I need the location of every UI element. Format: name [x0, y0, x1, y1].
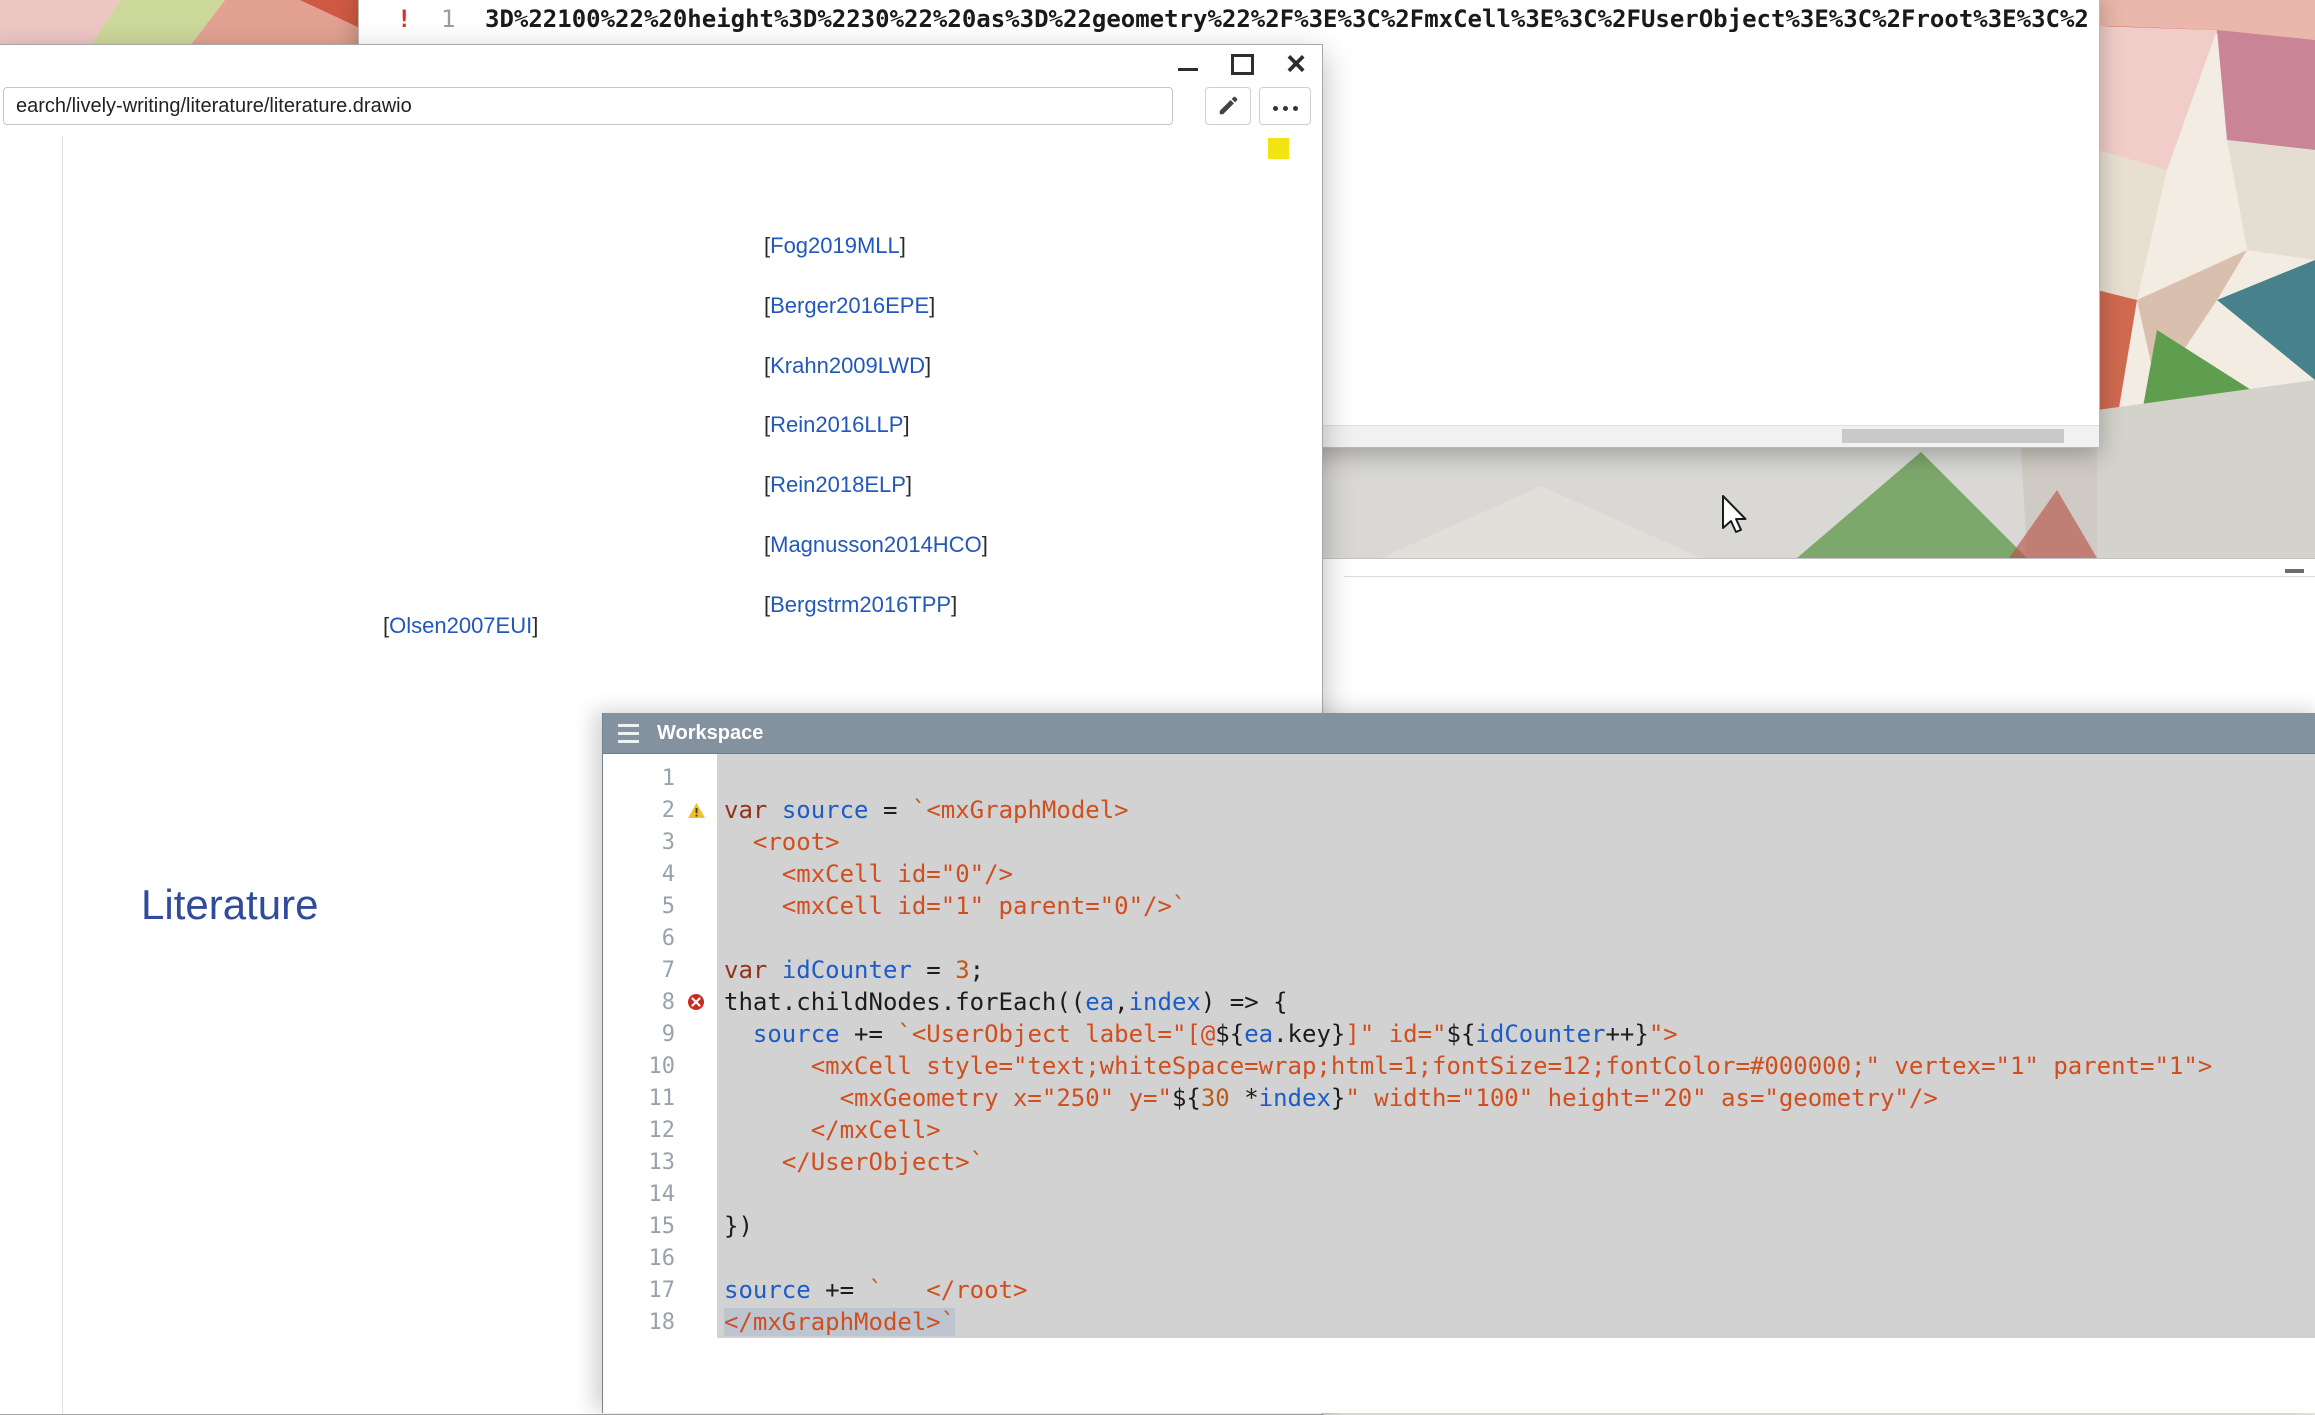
- gutter-row: 7: [603, 954, 717, 986]
- more-button[interactable]: [1259, 87, 1311, 125]
- citation-link[interactable]: [Rein2018ELP]: [764, 470, 912, 500]
- gutter-row: 15: [603, 1210, 717, 1242]
- code-area[interactable]: var source = `<mxGraphModel> <root> <mxC…: [717, 754, 2315, 1413]
- desktop-wallpaper-right: [2097, 0, 2315, 558]
- line-number: 2: [603, 798, 675, 823]
- code-line[interactable]: </UserObject>`: [717, 1146, 2315, 1178]
- code-line[interactable]: [717, 922, 2315, 954]
- horizontal-scrollbar-thumb[interactable]: [1842, 429, 2064, 443]
- citation-link[interactable]: [Krahn2009LWD]: [764, 351, 931, 381]
- workspace-titlebar[interactable]: Workspace: [603, 713, 2315, 754]
- gutter-row: 8: [603, 986, 717, 1018]
- code-line[interactable]: <root>: [717, 826, 2315, 858]
- code-editor[interactable]: 123456789101112131415161718 var source =…: [603, 754, 2315, 1413]
- line-number: 1: [441, 5, 455, 33]
- line-number: 15: [603, 1214, 675, 1239]
- gutter-row: 17: [603, 1274, 717, 1306]
- citation-link[interactable]: [Magnusson2014HCO]: [764, 530, 988, 560]
- gutter-row: 13: [603, 1146, 717, 1178]
- citation-link[interactable]: [Berger2016EPE]: [764, 291, 935, 321]
- line-number: 9: [603, 1022, 675, 1047]
- code-line[interactable]: [717, 1178, 2315, 1210]
- divider-dash: [2285, 569, 2304, 573]
- line-number: 10: [603, 1054, 675, 1079]
- editor-gutter: 123456789101112131415161718: [603, 754, 717, 1413]
- minimize-button[interactable]: [1176, 51, 1200, 77]
- gutter-row: 4: [603, 858, 717, 890]
- pencil-icon: [1217, 95, 1239, 117]
- line-number: 3: [603, 830, 675, 855]
- line-number: 1: [603, 766, 675, 791]
- line-number: 7: [603, 958, 675, 983]
- desktop-wallpaper-strip: [1321, 446, 2097, 558]
- line-number: 18: [603, 1310, 675, 1335]
- line-number: 5: [603, 894, 675, 919]
- error-gutter-marker: !: [397, 5, 411, 33]
- drawio-titlebar: ×: [0, 45, 1322, 82]
- code-line[interactable]: var source = `<mxGraphModel>: [717, 794, 2315, 826]
- gutter-row: 18: [603, 1306, 717, 1338]
- line-number: 8: [603, 990, 675, 1015]
- code-line[interactable]: <mxCell style="text;whiteSpace=wrap;html…: [717, 1050, 2315, 1082]
- gutter-row: 9: [603, 1018, 717, 1050]
- line-number: 16: [603, 1246, 675, 1271]
- gutter-row: 2: [603, 794, 717, 826]
- wallpaper-strip-shapes: [1321, 446, 2097, 558]
- close-icon: ×: [1286, 52, 1306, 76]
- diagram-title[interactable]: Literature: [141, 881, 318, 929]
- gutter-row: 10: [603, 1050, 717, 1082]
- code-line[interactable]: var idCounter = 3;: [717, 954, 2315, 986]
- code-line[interactable]: [717, 1242, 2315, 1274]
- canvas-edge-line: [62, 136, 63, 1414]
- encoded-xml-code-line: 3D%22100%22%20height%3D%2230%22%20as%3D%…: [485, 5, 2097, 33]
- citation-link[interactable]: [Rein2016LLP]: [764, 410, 910, 440]
- menu-icon[interactable]: [618, 721, 639, 745]
- code-line[interactable]: source += `<UserObject label="[@${ea.key…: [717, 1018, 2315, 1050]
- gutter-row: 14: [603, 1178, 717, 1210]
- code-line[interactable]: </mxGraphModel>`: [717, 1306, 2315, 1338]
- code-line[interactable]: that.childNodes.forEach((ea,index) => {: [717, 986, 2315, 1018]
- line-number: 4: [603, 862, 675, 887]
- gutter-row: 1: [603, 762, 717, 794]
- close-button[interactable]: ×: [1284, 51, 1308, 77]
- url-bar: [0, 82, 1322, 133]
- citation-link[interactable]: [Olsen2007EUI]: [383, 611, 538, 641]
- window-controls: ×: [1176, 51, 1308, 77]
- code-line[interactable]: }): [717, 1210, 2315, 1242]
- yellow-marker: [1268, 138, 1289, 159]
- desktop-wallpaper-top-left: [0, 0, 360, 46]
- citation-link[interactable]: [Bergstrm2016TPP]: [764, 590, 957, 620]
- line-number: 12: [603, 1118, 675, 1143]
- mouse-cursor: [1721, 494, 1749, 536]
- gutter-row: 6: [603, 922, 717, 954]
- gutter-row: 5: [603, 890, 717, 922]
- ellipsis-icon: [1270, 99, 1300, 114]
- divider-line: [1344, 576, 2315, 577]
- code-line[interactable]: <mxCell id="1" parent="0"/>`: [717, 890, 2315, 922]
- maximize-button[interactable]: [1230, 51, 1254, 77]
- code-line[interactable]: <mxGeometry x="250" y="${30 *index}" wid…: [717, 1082, 2315, 1114]
- warning-icon: [675, 802, 717, 819]
- gutter-row: 16: [603, 1242, 717, 1274]
- edit-button[interactable]: [1205, 87, 1251, 125]
- code-line[interactable]: [717, 762, 2315, 794]
- maximize-icon: [1231, 54, 1254, 75]
- citation-link[interactable]: [Fog2019MLL]: [764, 231, 906, 261]
- file-path-input[interactable]: [3, 87, 1173, 125]
- gutter-row: 3: [603, 826, 717, 858]
- workspace-title: Workspace: [657, 722, 763, 745]
- line-number: 17: [603, 1278, 675, 1303]
- gutter-row: 11: [603, 1082, 717, 1114]
- code-line[interactable]: source += ` </root>: [717, 1274, 2315, 1306]
- minimize-icon: [1178, 68, 1198, 71]
- line-number: 11: [603, 1086, 675, 1111]
- line-number: 6: [603, 926, 675, 951]
- error-icon: [675, 993, 717, 1011]
- line-number: 13: [603, 1150, 675, 1175]
- line-number: 14: [603, 1182, 675, 1207]
- workspace-window: Workspace 123456789101112131415161718 va…: [602, 713, 2315, 1413]
- code-line[interactable]: <mxCell id="0"/>: [717, 858, 2315, 890]
- code-line[interactable]: </mxCell>: [717, 1114, 2315, 1146]
- gutter-row: 12: [603, 1114, 717, 1146]
